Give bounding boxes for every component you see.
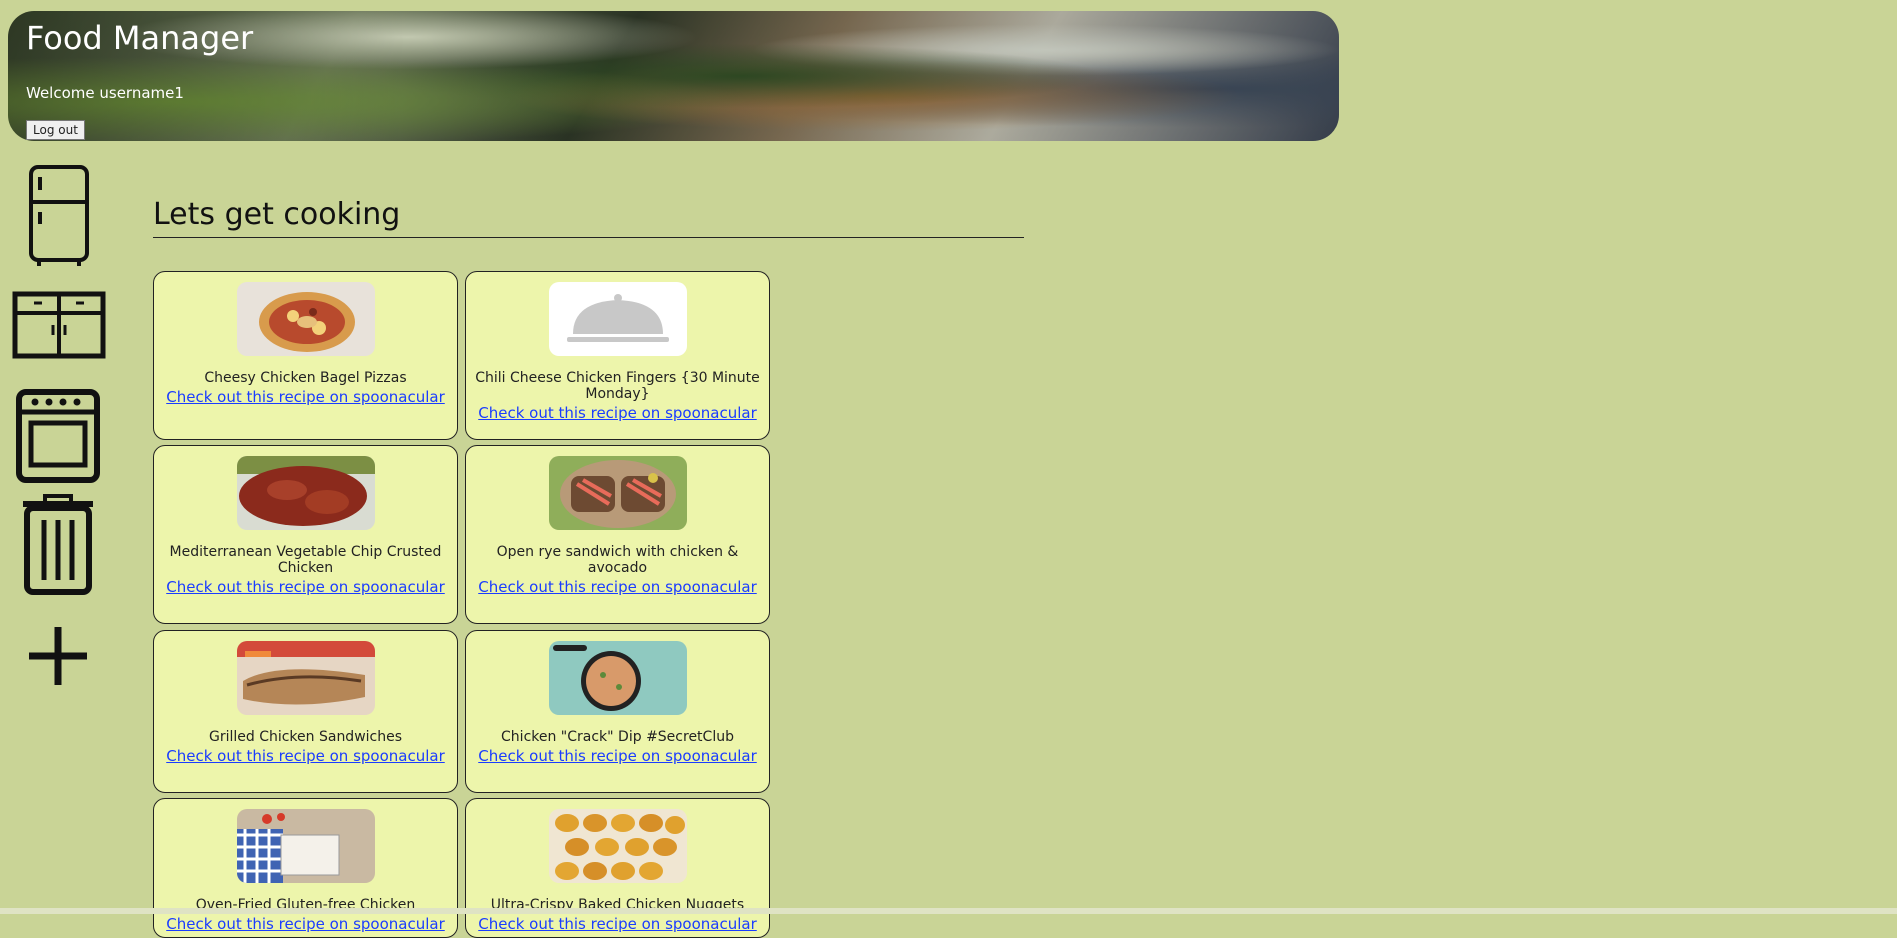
horizontal-scrollbar[interactable] xyxy=(0,908,1897,914)
recipe-title: Grilled Chicken Sandwiches xyxy=(208,729,403,745)
recipe-card: Chili Cheese Chicken Fingers {30 Minute … xyxy=(465,271,770,440)
recipe-link[interactable]: Check out this recipe on spoonacular xyxy=(466,747,769,765)
recipe-link[interactable]: Check out this recipe on spoonacular xyxy=(466,915,769,933)
recipe-card: Oven-Fried Gluten-free Chicken Check out… xyxy=(153,798,458,938)
plus-icon[interactable] xyxy=(27,625,89,687)
app-title: Food Manager xyxy=(26,19,254,57)
recipe-card: Grilled Chicken Sandwiches Check out thi… xyxy=(153,630,458,793)
oven-icon[interactable] xyxy=(15,388,101,484)
recipe-link[interactable]: Check out this recipe on spoonacular xyxy=(154,578,457,596)
recipe-title: Chicken "Crack" Dip #SecretClub xyxy=(501,729,734,745)
recipe-card: Cheesy Chicken Bagel Pizzas Check out th… xyxy=(153,271,458,440)
recipe-image xyxy=(236,282,375,356)
header-banner: Food Manager Welcome username1 Log out xyxy=(8,11,1339,141)
recipe-card: Open rye sandwich with chicken & avocado… xyxy=(465,445,770,624)
recipe-card: Ultra-Crispy Baked Chicken Nuggets Check… xyxy=(465,798,770,938)
recipe-card: Chicken "Crack" Dip #SecretClub Check ou… xyxy=(465,630,770,793)
recipe-link[interactable]: Check out this recipe on spoonacular xyxy=(466,578,769,596)
recipe-image xyxy=(236,456,375,530)
recipe-image xyxy=(236,809,375,883)
recipe-link[interactable]: Check out this recipe on spoonacular xyxy=(154,388,457,406)
recipe-title: Cheesy Chicken Bagel Pizzas xyxy=(204,370,407,386)
recipe-link[interactable]: Check out this recipe on spoonacular xyxy=(154,747,457,765)
recipe-image xyxy=(236,641,375,715)
recipe-image xyxy=(548,456,687,530)
page-heading: Lets get cooking xyxy=(153,197,401,232)
logout-button[interactable]: Log out xyxy=(26,120,85,140)
recipe-title: Mediterranean Vegetable Chip Crusted Chi… xyxy=(169,544,442,576)
heading-divider xyxy=(153,237,1024,238)
recipe-image xyxy=(548,641,687,715)
welcome-text: Welcome username1 xyxy=(26,84,184,102)
fridge-icon[interactable] xyxy=(27,164,91,268)
recipe-title: Chili Cheese Chicken Fingers {30 Minute … xyxy=(475,370,760,402)
recipe-link[interactable]: Check out this recipe on spoonacular xyxy=(466,404,769,422)
recipe-title: Open rye sandwich with chicken & avocado xyxy=(496,544,739,576)
recipe-card: Mediterranean Vegetable Chip Crusted Chi… xyxy=(153,445,458,624)
cabinet-icon[interactable] xyxy=(12,291,106,359)
recipe-link[interactable]: Check out this recipe on spoonacular xyxy=(154,915,457,933)
trash-icon[interactable] xyxy=(21,494,95,596)
recipe-image xyxy=(548,809,687,883)
cloche-placeholder-icon xyxy=(548,282,687,356)
